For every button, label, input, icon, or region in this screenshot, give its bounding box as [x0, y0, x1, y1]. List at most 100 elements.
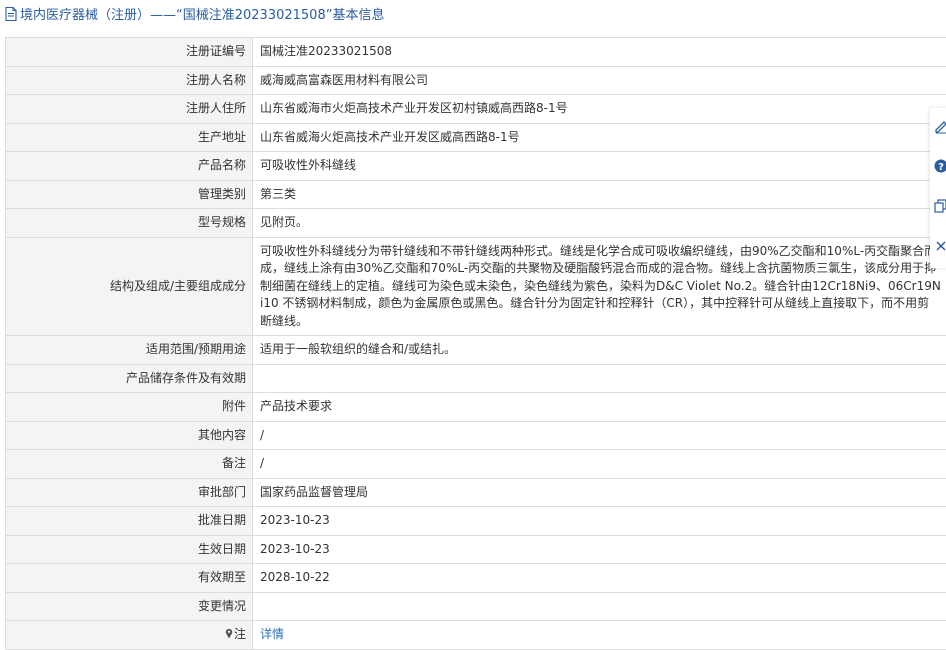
table-row: 生产地址山东省威海火炬高技术产业开发区威高西路8-1号	[6, 123, 946, 152]
row-value: 2023-10-23	[253, 535, 946, 564]
table-row: 型号规格见附页。	[6, 209, 946, 238]
row-label: 其他内容	[6, 421, 253, 450]
row-label-text: 生效日期	[198, 542, 246, 556]
row-label-text: 附件	[222, 399, 246, 413]
edit-icon[interactable]	[933, 118, 946, 134]
page-title-text: 境内医疗器械（注册）——“国械注准20233021508”基本信息	[20, 4, 384, 23]
row-label: 生产地址	[6, 123, 253, 152]
row-value-text: /	[260, 428, 264, 442]
row-label-text: 注	[234, 627, 246, 641]
row-label: 备注	[6, 450, 253, 479]
table-row: 变更情况	[6, 592, 946, 621]
document-icon	[4, 6, 18, 22]
row-value-text: 见附页。	[260, 215, 308, 229]
row-value: /	[253, 450, 946, 479]
row-value-text: 2023-10-23	[260, 513, 330, 527]
row-label: 产品名称	[6, 152, 253, 181]
row-label-text: 审批部门	[198, 485, 246, 499]
table-row: 结构及组成/主要组成成分可吸收性外科缝线分为带针缝线和不带针缝线两种形式。缝线是…	[6, 237, 946, 336]
row-value-text: /	[260, 456, 264, 470]
close-icon[interactable]	[933, 238, 946, 254]
row-value: 威海威高富森医用材料有限公司	[253, 66, 946, 95]
row-value-text: 产品技术要求	[260, 399, 332, 413]
row-label-text: 注册人住所	[186, 101, 246, 115]
row-value-text: 适用于一般软组织的缝合和/或结扎。	[260, 342, 456, 356]
row-label-text: 型号规格	[198, 215, 246, 229]
table-row: 产品储存条件及有效期	[6, 364, 946, 393]
table-row: 备注 /	[6, 450, 946, 479]
table-row: 附件产品技术要求	[6, 393, 946, 422]
row-value-text: 威海威高富森医用材料有限公司	[260, 73, 428, 87]
row-label-text: 产品储存条件及有效期	[126, 371, 246, 385]
row-label: 管理类别	[6, 180, 253, 209]
table-row: 产品名称可吸收性外科缝线	[6, 152, 946, 181]
row-label: 适用范围/预期用途	[6, 336, 253, 365]
row-value-text: 2023-10-23	[260, 542, 330, 556]
row-label-text: 备注	[222, 456, 246, 470]
row-label: 审批部门	[6, 478, 253, 507]
row-value: 可吸收性外科缝线	[253, 152, 946, 181]
table-row: 批准日期 2023-10-23	[6, 507, 946, 536]
row-value-text: 国家药品监督管理局	[260, 485, 368, 499]
row-label: 注册人住所	[6, 95, 253, 124]
row-value: /	[253, 421, 946, 450]
help-icon[interactable]: ?	[933, 158, 946, 174]
row-value: 产品技术要求	[253, 393, 946, 422]
table-row: 注详情	[6, 621, 946, 650]
row-label-text: 注册证编号	[186, 44, 246, 58]
page-title: 境内医疗器械（注册）——“国械注准20233021508”基本信息	[0, 0, 946, 26]
pin-icon	[225, 628, 233, 639]
row-label-text: 产品名称	[198, 158, 246, 172]
row-value-text: 山东省威海火炬高技术产业开发区威高西路8-1号	[260, 130, 520, 144]
table-row: 注册人名称威海威高富森医用材料有限公司	[6, 66, 946, 95]
row-value: 详情	[253, 621, 946, 650]
row-label-text: 管理类别	[198, 187, 246, 201]
svg-text:?: ?	[938, 162, 944, 173]
row-label-text: 结构及组成/主要组成成分	[110, 279, 246, 293]
row-value-text: 可吸收性外科缝线分为带针缝线和不带针缝线两种形式。缝线是化学合成可吸收编织缝线，…	[260, 244, 941, 328]
row-value: 山东省威海市火炬高技术产业开发区初村镇威高西路8-1号	[253, 95, 946, 124]
side-toolbar: ?	[930, 108, 946, 268]
row-label-text: 适用范围/预期用途	[146, 342, 246, 356]
row-value: 国械注准20233021508	[253, 38, 946, 67]
row-value: 国家药品监督管理局	[253, 478, 946, 507]
row-label: 产品储存条件及有效期	[6, 364, 253, 393]
row-value	[253, 364, 946, 393]
table-row: 生效日期 2023-10-23	[6, 535, 946, 564]
row-label: 注册证编号	[6, 38, 253, 67]
details-link[interactable]: 详情	[260, 627, 284, 641]
row-label: 结构及组成/主要组成成分	[6, 237, 253, 336]
row-label-text: 生产地址	[198, 130, 246, 144]
row-value-text: 2028-10-22	[260, 570, 330, 584]
row-value: 见附页。	[253, 209, 946, 238]
row-label: 注	[6, 621, 253, 650]
row-label: 生效日期	[6, 535, 253, 564]
row-label: 注册人名称	[6, 66, 253, 95]
row-value-text: 山东省威海市火炬高技术产业开发区初村镇威高西路8-1号	[260, 101, 568, 115]
copy-icon[interactable]	[933, 198, 946, 214]
row-value: 2028-10-22	[253, 564, 946, 593]
table-row: 管理类别第三类	[6, 180, 946, 209]
table-row: 审批部门国家药品监督管理局	[6, 478, 946, 507]
row-label: 型号规格	[6, 209, 253, 238]
row-value-text: 国械注准20233021508	[260, 44, 392, 58]
row-label-text: 其他内容	[198, 428, 246, 442]
detail-table: 注册证编号国械注准20233021508注册人名称威海威高富森医用材料有限公司注…	[5, 37, 946, 650]
row-label: 批准日期	[6, 507, 253, 536]
row-value: 山东省威海火炬高技术产业开发区威高西路8-1号	[253, 123, 946, 152]
row-value: 可吸收性外科缝线分为带针缝线和不带针缝线两种形式。缝线是化学合成可吸收编织缝线，…	[253, 237, 946, 336]
row-label-text: 有效期至	[198, 570, 246, 584]
row-label: 有效期至	[6, 564, 253, 593]
row-label-text: 注册人名称	[186, 73, 246, 87]
table-row: 适用范围/预期用途适用于一般软组织的缝合和/或结扎。	[6, 336, 946, 365]
row-value-text: 可吸收性外科缝线	[260, 158, 356, 172]
row-value: 适用于一般软组织的缝合和/或结扎。	[253, 336, 946, 365]
row-value	[253, 592, 946, 621]
row-label-text: 变更情况	[198, 599, 246, 613]
row-label: 附件	[6, 393, 253, 422]
table-row: 注册人住所山东省威海市火炬高技术产业开发区初村镇威高西路8-1号	[6, 95, 946, 124]
row-label: 变更情况	[6, 592, 253, 621]
table-row: 注册证编号国械注准20233021508	[6, 38, 946, 67]
table-row: 其他内容 /	[6, 421, 946, 450]
row-value: 第三类	[253, 180, 946, 209]
